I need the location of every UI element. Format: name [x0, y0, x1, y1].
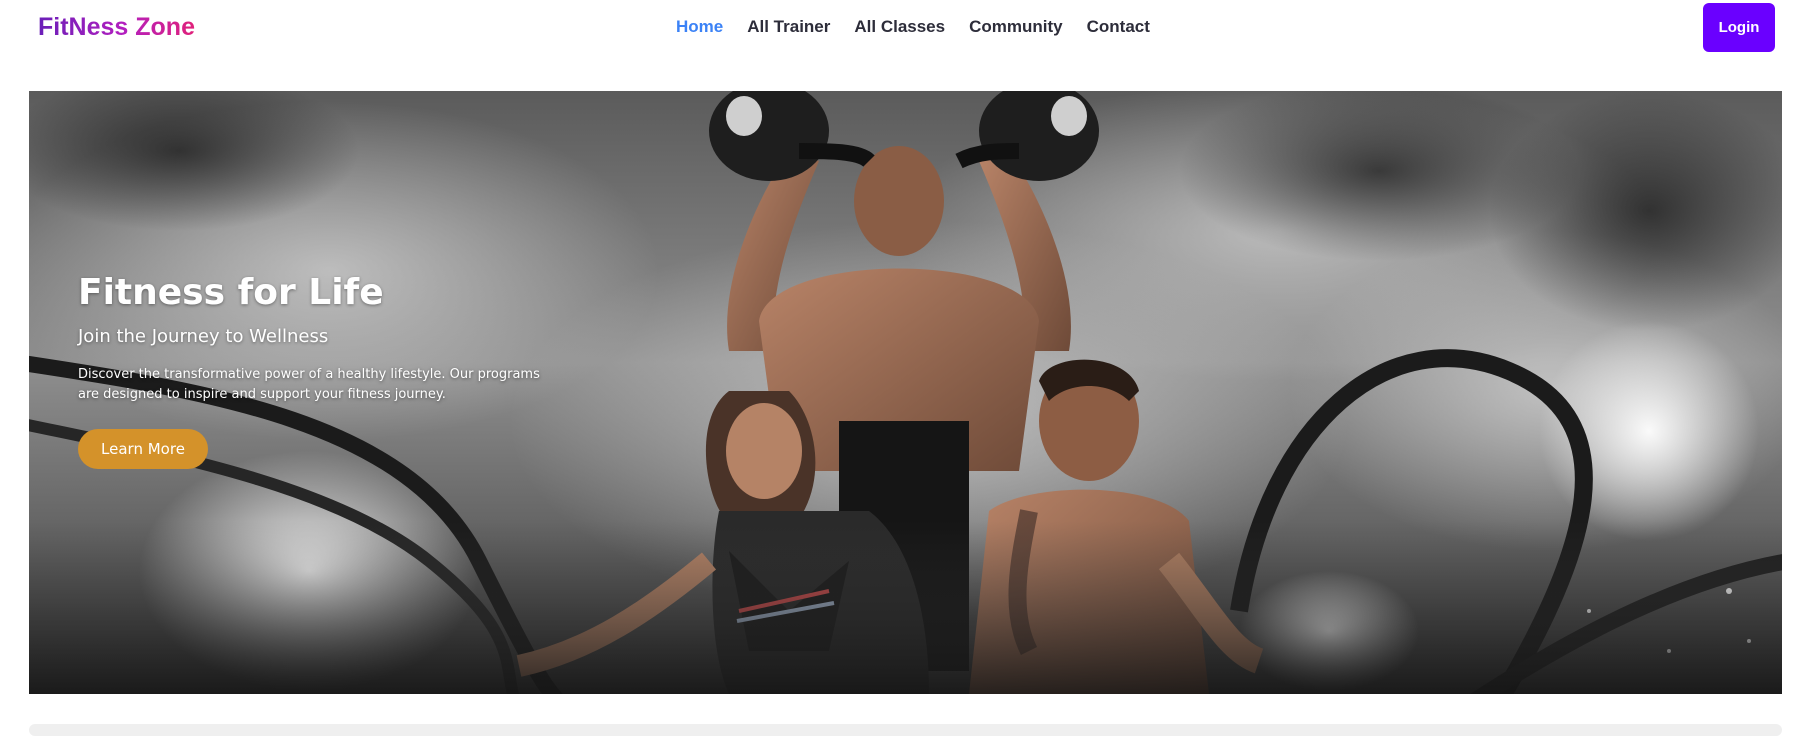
nav-link-community[interactable]: Community [969, 17, 1063, 36]
learn-more-button[interactable]: Learn More [78, 429, 208, 469]
hero-title: Fitness for Life [78, 272, 384, 313]
hero-content: Fitness for Life Join the Journey to Wel… [78, 271, 578, 469]
next-section-card [29, 724, 1782, 736]
nav-link-contact[interactable]: Contact [1087, 17, 1150, 36]
nav-link-home[interactable]: Home [676, 17, 723, 36]
login-button[interactable]: Login [1703, 3, 1775, 52]
hero-subtitle: Join the Journey to Wellness [78, 326, 329, 347]
nav-menu: Home All Trainer All Classes Community C… [676, 16, 1150, 38]
nav-link-all-classes[interactable]: All Classes [854, 17, 945, 36]
hero-banner: Fitness for Life Join the Journey to Wel… [29, 91, 1782, 694]
nav-link-all-trainer[interactable]: All Trainer [747, 17, 830, 36]
navbar: FitNess Zone Home All Trainer All Classe… [0, 0, 1818, 56]
hero-description: Discover the transformative power of a h… [78, 367, 540, 402]
brand-logo[interactable]: FitNess Zone [38, 11, 195, 43]
